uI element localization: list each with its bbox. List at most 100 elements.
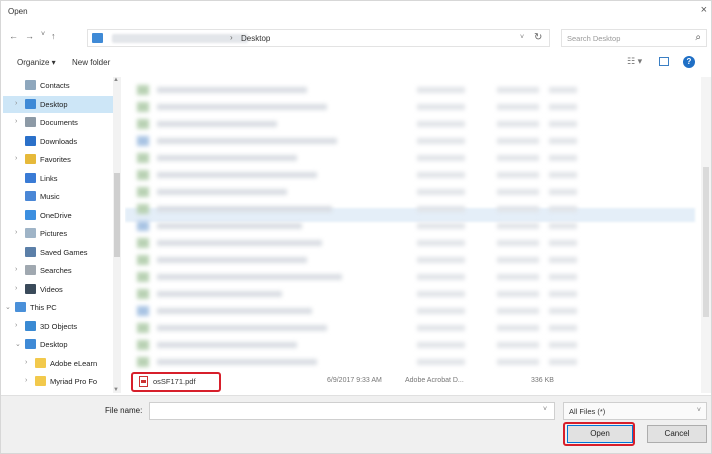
downloads-icon — [25, 135, 36, 146]
address-bar[interactable]: › Desktop ˅ ↻ — [87, 29, 550, 47]
expand-chevron-icon[interactable]: › — [15, 155, 17, 162]
blurred-cell — [497, 155, 539, 161]
blurred-file-row — [137, 304, 597, 316]
organize-button[interactable]: Organize ▾ — [17, 58, 56, 67]
file-list — [125, 77, 711, 393]
nav-item[interactable]: OneDrive — [3, 207, 115, 224]
nav-item-label: Music — [40, 192, 60, 201]
blurred-cell — [497, 308, 539, 314]
onedrive-icon — [25, 209, 36, 220]
nav-item[interactable]: › Pictures — [3, 225, 115, 242]
cancel-button[interactable]: Cancel — [647, 425, 707, 443]
title-bar: Open × — [1, 1, 711, 23]
address-dropdown-icon[interactable]: ˅ — [520, 34, 524, 41]
expand-chevron-icon[interactable]: ⌄ — [15, 340, 21, 348]
file-list-scroll-thumb[interactable] — [703, 167, 709, 317]
nav-item[interactable]: Downloads — [3, 133, 115, 150]
blurred-file-row — [137, 236, 597, 248]
breadcrumb-desktop[interactable]: Desktop — [241, 34, 270, 43]
blurred-cell — [137, 255, 149, 265]
music-icon — [25, 191, 36, 201]
expand-chevron-icon[interactable]: › — [25, 377, 27, 384]
preview-pane-icon[interactable] — [659, 57, 669, 66]
blurred-cell — [157, 138, 337, 144]
blurred-file-row — [137, 168, 597, 180]
expand-chevron-icon[interactable]: › — [15, 118, 17, 125]
blurred-cell — [497, 240, 539, 246]
nav-item[interactable]: Saved Games — [3, 244, 115, 261]
nav-item[interactable]: Music — [3, 188, 115, 205]
blurred-cell — [157, 359, 317, 365]
links-icon — [25, 172, 36, 183]
blurred-cell — [549, 121, 577, 127]
blurred-cell — [157, 274, 342, 280]
blurred-file-row — [137, 338, 597, 350]
refresh-icon[interactable]: ↻ — [534, 32, 542, 43]
recent-locations-chevron-icon[interactable]: ˅ — [41, 31, 45, 38]
blurred-cell — [417, 291, 465, 297]
blurred-cell — [497, 87, 539, 93]
blurred-cell — [549, 138, 577, 144]
blurred-cell — [157, 104, 327, 110]
up-arrow-icon[interactable]: ↑ — [51, 31, 56, 41]
search-box[interactable]: Search Desktop ⌕ — [561, 29, 707, 47]
expand-chevron-icon[interactable]: › — [25, 359, 27, 366]
blurred-cell — [549, 240, 577, 246]
scroll-up-icon[interactable]: ▲ — [113, 77, 119, 83]
nav-item[interactable]: ›Open Sans Fo — [3, 392, 115, 394]
nav-item[interactable]: Contacts — [3, 77, 115, 94]
forward-arrow-icon[interactable]: → — [25, 31, 34, 41]
expand-chevron-icon[interactable]: ⌄ — [5, 303, 11, 311]
close-icon[interactable]: × — [701, 4, 707, 16]
blurred-cell — [417, 359, 465, 365]
documents-icon — [25, 117, 36, 127]
navigation-scroll-thumb[interactable] — [114, 173, 120, 257]
back-arrow-icon[interactable]: ← — [9, 31, 18, 41]
nav-item[interactable]: › Adobe eLearn — [3, 355, 115, 372]
nav-item[interactable]: › Documents — [3, 114, 115, 131]
file-type-filter[interactable]: All Files (*) ˅ — [563, 402, 707, 420]
blurred-cell — [157, 325, 327, 331]
expand-chevron-icon[interactable]: › — [15, 100, 17, 107]
nav-item[interactable]: › 3D Objects — [3, 318, 115, 335]
nav-item[interactable]: › Myriad Pro Fo — [3, 373, 115, 390]
nav-item[interactable]: › Searches — [3, 262, 115, 279]
expand-chevron-icon[interactable]: › — [15, 266, 17, 273]
file-name-input[interactable] — [149, 402, 555, 420]
scroll-down-icon[interactable]: ▼ — [113, 387, 119, 393]
blurred-cell — [137, 238, 149, 248]
nav-item-label: Documents — [40, 118, 78, 127]
blurred-cell — [549, 291, 577, 297]
contacts-icon — [25, 80, 36, 90]
help-icon[interactable]: ? — [683, 56, 695, 68]
nav-item[interactable]: ⌄ This PC — [3, 299, 115, 316]
nav-item[interactable]: ⌄ Desktop — [3, 336, 115, 353]
blurred-cell — [497, 206, 539, 212]
file-row-ossf171[interactable]: osSF171.pdf 6/9/2017 9:33 AM Adobe Acrob… — [131, 372, 701, 392]
blurred-cell — [497, 104, 539, 110]
search-icon[interactable]: ⌕ — [695, 32, 701, 43]
blurred-cell — [497, 189, 539, 195]
file-name-dropdown-icon[interactable]: ˅ — [543, 406, 547, 413]
blurred-cell — [549, 359, 577, 365]
blurred-cell — [137, 136, 149, 146]
nav-item[interactable]: › Videos — [3, 281, 115, 298]
navigation-scrollbar[interactable]: ▲ ▼ — [113, 77, 121, 393]
expand-chevron-icon[interactable]: › — [15, 322, 17, 329]
change-view-icon[interactable]: ☷ ▾ — [627, 56, 642, 67]
filter-dropdown-icon[interactable]: ˅ — [697, 407, 701, 414]
nav-item[interactable]: Links — [3, 170, 115, 187]
file-type-filter-value: All Files (*) — [569, 407, 606, 416]
blurred-cell — [157, 87, 307, 93]
blurred-file-row — [137, 117, 597, 129]
path-redacted — [112, 34, 248, 43]
nav-item[interactable]: › Favorites — [3, 151, 115, 168]
file-list-scrollbar[interactable] — [701, 77, 711, 393]
new-folder-button[interactable]: New folder — [72, 58, 110, 67]
navigation-pane: Contacts › Desktop › Documents Downloads › Favo… — [3, 77, 123, 393]
path-separator-icon[interactable]: › — [230, 33, 233, 42]
expand-chevron-icon[interactable]: › — [15, 229, 17, 236]
expand-chevron-icon[interactable]: › — [15, 285, 17, 292]
nav-item-label: 3D Objects — [40, 321, 78, 331]
nav-item[interactable]: › Desktop — [3, 95, 115, 113]
